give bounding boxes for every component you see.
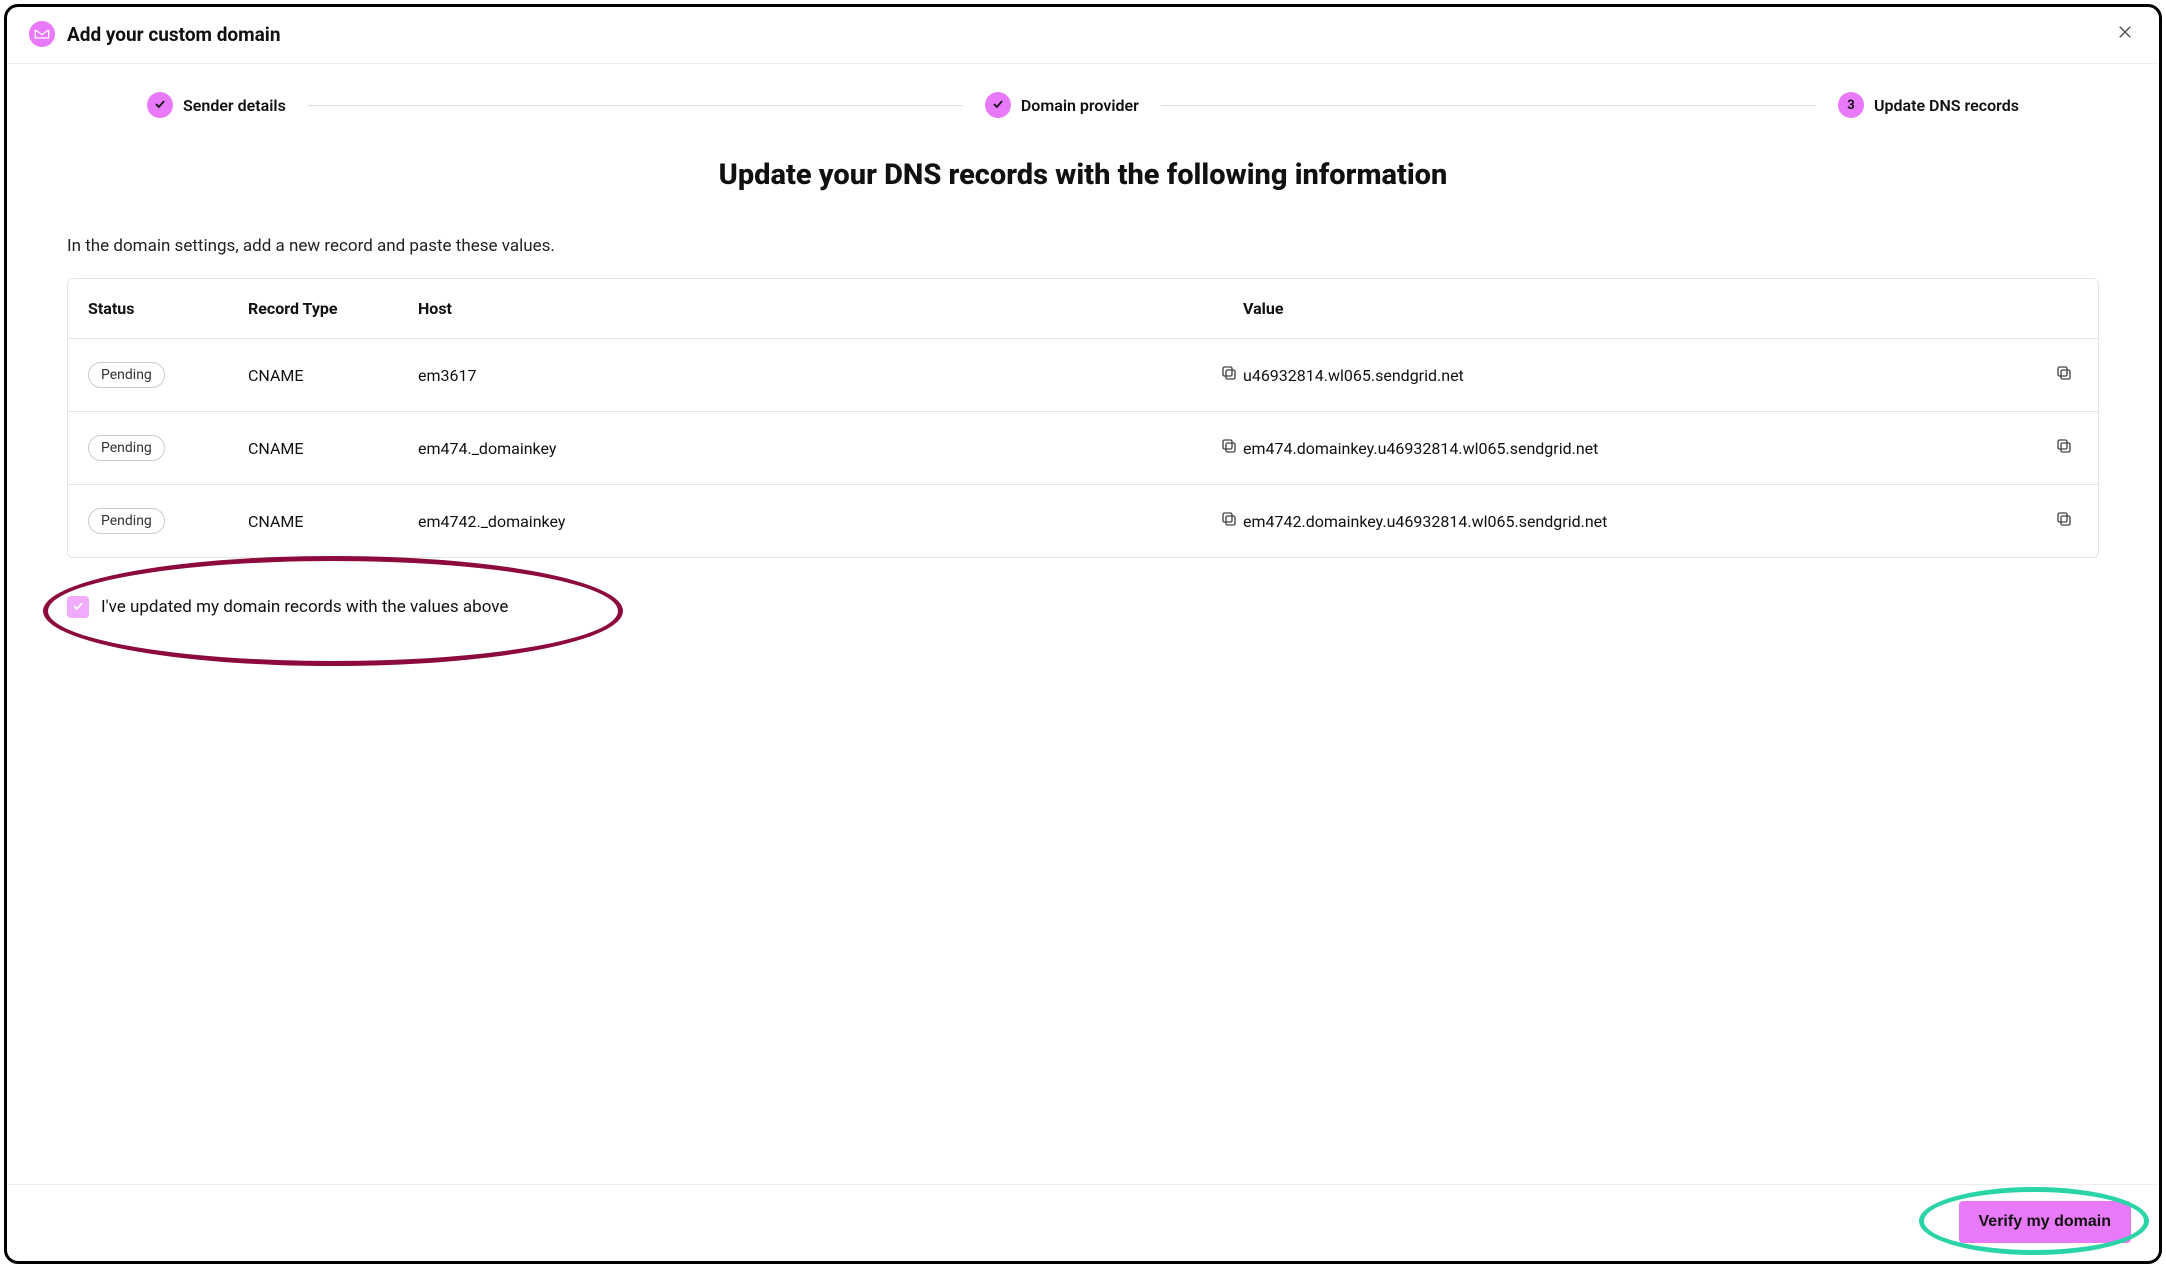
copy-icon xyxy=(2055,510,2073,532)
dialog-header: Add your custom domain xyxy=(7,7,2159,64)
check-icon xyxy=(153,96,167,115)
confirm-checkbox-label[interactable]: I've updated my domain records with the … xyxy=(67,596,2099,618)
host-cell: em3617 xyxy=(418,366,1193,385)
table-header-row: Status Record Type Host Value xyxy=(68,279,2098,338)
value-cell: u46932814.wl065.sendgrid.net xyxy=(1243,366,2018,385)
table-row: Pending CNAME em4742._domainkey em4742.d… xyxy=(68,484,2098,557)
check-icon xyxy=(991,96,1005,115)
copy-icon xyxy=(1220,510,1238,532)
copy-value-button[interactable] xyxy=(2050,507,2078,535)
step-2-label: Domain provider xyxy=(1021,96,1139,115)
copy-icon xyxy=(1220,437,1238,459)
status-badge: Pending xyxy=(88,362,165,388)
col-header-record-type: Record Type xyxy=(248,299,418,318)
col-header-status: Status xyxy=(88,299,248,318)
verify-domain-button[interactable]: Verify my domain xyxy=(1959,1201,2132,1243)
record-type-cell: CNAME xyxy=(248,366,418,385)
copy-value-button[interactable] xyxy=(2050,434,2078,462)
value-cell: em474.domainkey.u46932814.wl065.sendgrid… xyxy=(1243,439,2018,458)
record-type-cell: CNAME xyxy=(248,512,418,531)
host-cell: em4742._domainkey xyxy=(418,512,1193,531)
check-icon xyxy=(71,598,85,617)
stepper-line xyxy=(1161,105,1816,106)
dialog-frame: Add your custom domain Sender details Do… xyxy=(4,4,2162,1264)
step-1-circle xyxy=(147,92,173,118)
dialog-footer: Verify my domain xyxy=(7,1184,2159,1261)
col-header-value: Value xyxy=(1243,299,2018,318)
copy-icon xyxy=(1220,364,1238,386)
step-3-label: Update DNS records xyxy=(1874,96,2019,115)
page-instruction: In the domain settings, add a new record… xyxy=(67,236,2099,256)
stepper-line xyxy=(308,105,963,106)
dialog-title: Add your custom domain xyxy=(67,23,2113,46)
step-1-label: Sender details xyxy=(183,96,286,115)
copy-icon xyxy=(2055,364,2073,386)
copy-host-button[interactable] xyxy=(1215,434,1243,462)
app-logo-icon xyxy=(29,21,55,47)
col-header-host: Host xyxy=(418,299,1193,318)
step-update-dns[interactable]: 3 Update DNS records xyxy=(1838,92,2019,118)
confirm-row: I've updated my domain records with the … xyxy=(67,590,2099,668)
close-button[interactable] xyxy=(2113,22,2137,46)
step-3-number: 3 xyxy=(1847,98,1854,113)
host-cell: em474._domainkey xyxy=(418,439,1193,458)
dns-records-table: Status Record Type Host Value Pending CN… xyxy=(67,278,2099,558)
copy-value-button[interactable] xyxy=(2050,361,2078,389)
record-type-cell: CNAME xyxy=(248,439,418,458)
copy-icon xyxy=(2055,437,2073,459)
close-icon xyxy=(2116,23,2134,45)
copy-host-button[interactable] xyxy=(1215,361,1243,389)
table-row: Pending CNAME em474._domainkey em474.dom… xyxy=(68,411,2098,484)
table-row: Pending CNAME em3617 u46932814.wl065.sen… xyxy=(68,338,2098,411)
status-badge: Pending xyxy=(88,435,165,461)
copy-host-button[interactable] xyxy=(1215,507,1243,535)
step-3-circle: 3 xyxy=(1838,92,1864,118)
step-domain-provider[interactable]: Domain provider xyxy=(985,92,1139,118)
stepper: Sender details Domain provider 3 Update … xyxy=(67,92,2099,118)
confirm-checkbox[interactable] xyxy=(67,596,89,618)
step-2-circle xyxy=(985,92,1011,118)
step-sender-details[interactable]: Sender details xyxy=(147,92,286,118)
status-badge: Pending xyxy=(88,508,165,534)
dialog-body: Sender details Domain provider 3 Update … xyxy=(7,64,2159,1184)
confirm-label-text: I've updated my domain records with the … xyxy=(101,597,508,617)
value-cell: em4742.domainkey.u46932814.wl065.sendgri… xyxy=(1243,512,2018,531)
page-heading: Update your DNS records with the followi… xyxy=(67,158,2099,192)
